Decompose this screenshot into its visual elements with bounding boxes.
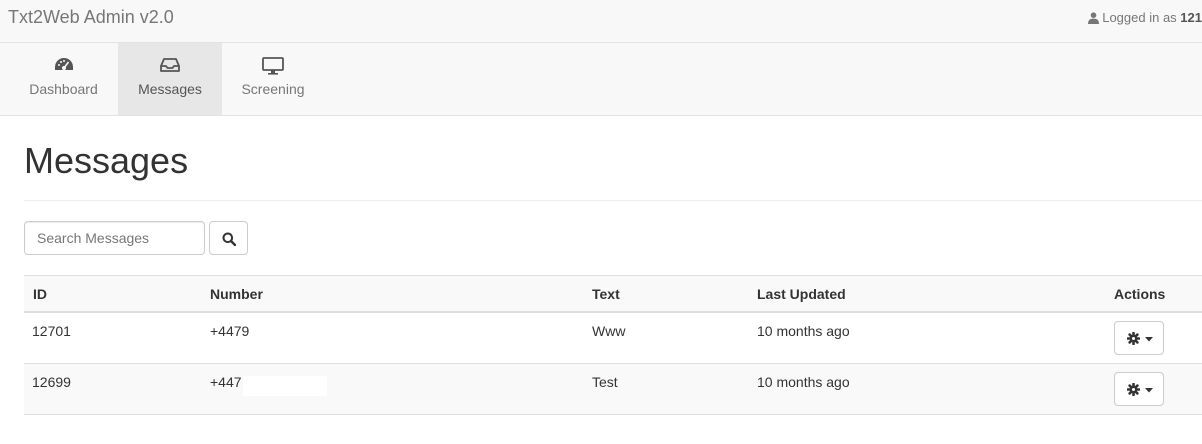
column-header-id[interactable]: ID (33, 286, 47, 302)
row-actions-button[interactable] (1114, 321, 1164, 355)
row-number: +4479 (210, 323, 250, 339)
user-icon (1088, 12, 1100, 24)
nav-item-screening[interactable]: Screening (222, 43, 324, 115)
row-text: Www (592, 323, 626, 339)
page-title: Messages (24, 140, 189, 181)
main-nav: Dashboard Messages Screening (0, 43, 1202, 116)
row-number: +447 (210, 374, 242, 390)
caret-down-icon (1145, 337, 1153, 342)
caret-down-icon (1145, 388, 1153, 393)
logged-in-username: 121 (1180, 10, 1202, 25)
column-header-actions: Actions (1114, 286, 1166, 302)
dashboard-icon (54, 58, 73, 70)
gear-icon (1127, 383, 1140, 396)
row-id: 12699 (32, 374, 71, 390)
column-header-last-updated[interactable]: Last Updated (757, 286, 846, 302)
row-last-updated: 10 months ago (757, 374, 850, 390)
nav-item-dashboard-label: Dashboard (29, 81, 98, 97)
search-input[interactable] (24, 221, 205, 255)
table-header: ID Number Text Last Updated Actions (24, 275, 1202, 313)
row-last-updated: 10 months ago (757, 323, 850, 339)
nav-item-screening-label: Screening (241, 81, 305, 97)
app-title[interactable]: Txt2Web Admin v2.0 (8, 7, 174, 28)
logged-in-user[interactable]: Logged in as 121 (1088, 10, 1202, 25)
nav-item-messages[interactable]: Messages (118, 43, 222, 115)
inbox-icon (160, 58, 180, 72)
nav-item-dashboard[interactable]: Dashboard (12, 43, 115, 115)
column-header-number[interactable]: Number (210, 286, 263, 302)
header-divider (24, 200, 1202, 201)
search-button[interactable] (209, 221, 248, 255)
logged-in-label: Logged in as (1102, 10, 1177, 25)
monitor-icon (262, 57, 284, 75)
row-actions-button[interactable] (1114, 372, 1164, 406)
nav-item-messages-label: Messages (138, 81, 202, 97)
search-icon (222, 232, 236, 246)
table-row[interactable]: 12701 +4479 Www 10 months ago (24, 313, 1202, 364)
row-id: 12701 (32, 323, 71, 339)
gear-icon (1127, 332, 1140, 345)
table-row[interactable]: 12699 +447 Test 10 months ago (24, 364, 1202, 415)
top-navbar: Txt2Web Admin v2.0 Logged in as 121 (0, 0, 1202, 43)
column-header-text[interactable]: Text (592, 286, 620, 302)
row-text: Test (592, 374, 618, 390)
redaction-box (243, 376, 327, 396)
